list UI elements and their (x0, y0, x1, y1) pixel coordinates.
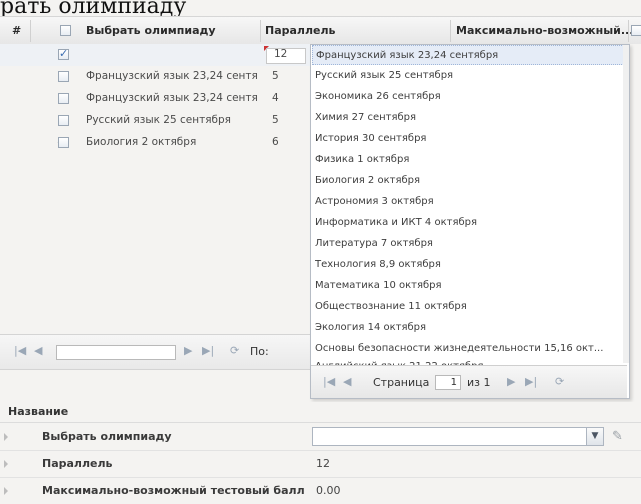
row-checkbox[interactable] (58, 71, 69, 82)
column-header-max[interactable]: Максимально-возможный... (456, 17, 633, 45)
column-header-parallel[interactable]: Параллель (265, 17, 336, 45)
refresh-icon[interactable]: ⟳ (555, 375, 564, 388)
list-item[interactable]: Астрономия 3 октября (315, 192, 623, 212)
list-item[interactable]: Математика 10 октября (315, 276, 623, 296)
row-parallel: 6 (272, 136, 279, 148)
table-row[interactable]: 3 Русский язык 25 сентября 5 (0, 110, 310, 132)
refresh-icon[interactable]: ⟳ (230, 344, 239, 357)
page-label: Страница (373, 376, 430, 389)
dropdown-scrollbar[interactable] (623, 45, 629, 363)
dropdown-pager: |◀ ◀ Страница 1 из 1 ▶ ▶| ⟳ (311, 365, 627, 398)
row-checkbox[interactable] (58, 137, 69, 148)
row-checkbox[interactable] (58, 93, 69, 104)
olympiad-combo[interactable]: ▼ (312, 427, 604, 446)
row-marker-icon (4, 460, 8, 468)
first-page-icon[interactable]: |◀ (14, 344, 26, 357)
column-menu-checkbox[interactable] (631, 25, 641, 36)
list-item[interactable]: Технология 8,9 октября (315, 255, 623, 275)
row-parallel: 4 (272, 92, 279, 104)
property-row-parallel: Параллель 12 (0, 451, 641, 478)
list-item[interactable]: Французский язык 23,24 сентября (312, 45, 626, 65)
list-item[interactable]: Обществознание 11 октября (315, 297, 623, 317)
new-row[interactable]: * 12 (0, 44, 310, 66)
property-label: Параллель (42, 457, 113, 470)
property-row-max-score: Максимально-возможный тестовый балл 0.00 (0, 478, 641, 504)
list-item[interactable]: Биология 2 октября (315, 171, 623, 191)
first-page-icon[interactable]: |◀ (323, 375, 335, 388)
next-page-icon[interactable]: ▶ (507, 375, 515, 388)
row-parallel: 12 (274, 48, 288, 60)
row-select: Французский язык 23,24 сентя (86, 92, 258, 104)
table-row[interactable]: 1 Французский язык 23,24 сентя 5 (0, 66, 310, 88)
column-header-select[interactable]: Выбрать олимпиаду (86, 17, 216, 45)
list-item[interactable]: Русский язык 25 сентября (315, 66, 623, 86)
clear-icon[interactable]: ✎ (612, 429, 623, 444)
grid-pager: |◀ ◀ ▶ ▶| ⟳ По: (0, 334, 310, 370)
list-item[interactable]: Экономика 26 сентября (315, 87, 623, 107)
property-label: Максимально-возможный тестовый балл (42, 484, 305, 497)
grid-header: # Выбрать олимпиаду Параллель Максимальн… (0, 16, 641, 46)
row-parallel: 5 (272, 70, 279, 82)
last-page-icon[interactable]: ▶| (525, 375, 537, 388)
row-checkbox[interactable] (58, 47, 69, 60)
row-marker-icon (4, 487, 8, 495)
list-item[interactable]: Химия 27 сентября (315, 108, 623, 128)
row-marker-icon (4, 433, 8, 441)
row-select: Французский язык 23,24 сентя (86, 70, 258, 82)
olympiad-dropdown-list[interactable]: Французский язык 23,24 сентября Русский … (310, 44, 630, 399)
prev-page-icon[interactable]: ◀ (343, 375, 351, 388)
property-row-olympiad: Выбрать олимпиаду ▼ ✎ (0, 424, 641, 451)
property-value[interactable]: 0.00 (316, 484, 341, 497)
page-number-input[interactable]: 1 (435, 375, 461, 390)
property-header-label: Название (8, 405, 69, 418)
next-page-icon[interactable]: ▶ (184, 344, 192, 357)
select-all-checkbox[interactable] (60, 25, 71, 36)
property-label: Выбрать олимпиаду (42, 430, 172, 443)
page-input[interactable] (56, 345, 176, 360)
prev-page-icon[interactable]: ◀ (34, 344, 42, 357)
list-item[interactable]: Физика 1 октября (315, 150, 623, 170)
row-select: Русский язык 25 сентября (86, 114, 231, 126)
row-checkbox[interactable] (58, 115, 69, 126)
list-item[interactable]: Экология 14 октября (315, 318, 623, 338)
list-item[interactable]: История 30 сентября (315, 129, 623, 149)
list-item[interactable]: Информатика и ИКТ 4 октября (315, 213, 623, 233)
table-row[interactable]: 4 Биология 2 октября 6 (0, 132, 310, 154)
page-count: из 1 (467, 376, 491, 389)
property-panel-header: Название (0, 402, 641, 423)
column-header-num: # (12, 24, 22, 37)
chevron-down-icon[interactable]: ▼ (586, 428, 603, 445)
row-select: Биология 2 октября (86, 136, 197, 148)
last-page-icon[interactable]: ▶| (202, 344, 214, 357)
page-size-label: По: (250, 345, 269, 358)
table-row[interactable]: 2 Французский язык 23,24 сентя 4 (0, 88, 310, 110)
row-parallel: 5 (272, 114, 279, 126)
list-item[interactable]: Литература 7 октября (315, 234, 623, 254)
list-item[interactable]: Основы безопасности жизнедеятельности 15… (315, 339, 623, 359)
property-value[interactable]: 12 (316, 457, 330, 470)
